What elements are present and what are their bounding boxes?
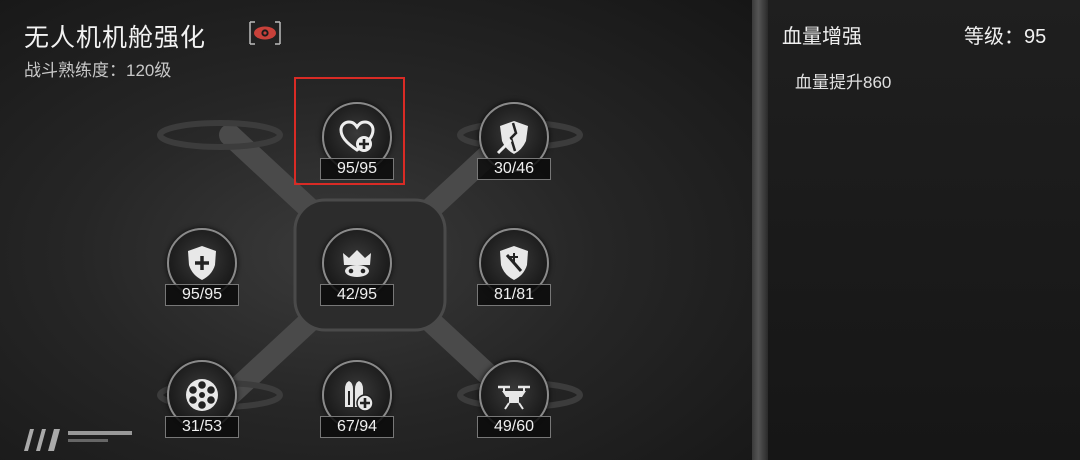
cylinder-magazine-icon (186, 379, 218, 411)
skill-level: 95/95 (165, 284, 239, 306)
skill-level: 49/60 (477, 416, 551, 438)
detail-level: 等级：95 (964, 26, 1047, 48)
skill-level: 81/81 (477, 284, 551, 306)
skill-level: 67/94 (320, 416, 394, 438)
selection-highlight (294, 77, 405, 185)
broken-shield-sword-icon (496, 121, 528, 155)
skill-node[interactable]: 81/81 (443, 228, 583, 328)
skill-tree-area: 无人机机舱强化 战斗熟练度：120级 95/95 30/46 95/95 42/… (0, 0, 752, 460)
shield-slash-icon (500, 246, 528, 280)
drone-crown-icon (343, 250, 371, 277)
drone-icon (498, 385, 530, 410)
detail-description: 血量提升860 (795, 73, 892, 92)
skill-node[interactable]: 31/53 (131, 360, 271, 460)
skill-node[interactable]: 95/95 (131, 228, 271, 328)
skill-node[interactable]: 49/60 (443, 360, 583, 460)
logo-bar (68, 431, 132, 435)
skill-node[interactable]: 30/46 (443, 102, 583, 202)
skill-level: 31/53 (165, 416, 239, 438)
shield-plus-icon (188, 246, 216, 280)
game-logo (20, 425, 135, 457)
page-title: 无人机机舱强化 (24, 24, 207, 52)
skill-node[interactable]: 42/95 (286, 228, 426, 328)
skill-level: 42/95 (320, 284, 394, 306)
panel-divider (752, 0, 768, 460)
ammo-plus-icon (345, 381, 374, 412)
logo-bar (68, 439, 108, 442)
eye-icon[interactable] (247, 20, 283, 46)
logo-emblem-icon (24, 429, 60, 451)
combat-proficiency: 战斗熟练度：120级 (24, 61, 172, 80)
skill-level: 30/46 (477, 158, 551, 180)
detail-title: 血量增强 (782, 26, 862, 48)
skill-node[interactable]: 67/94 (286, 360, 426, 460)
